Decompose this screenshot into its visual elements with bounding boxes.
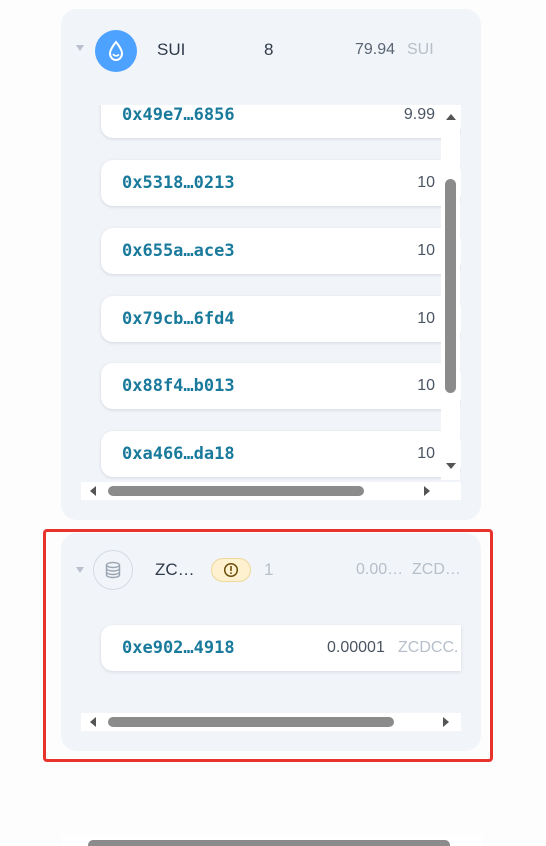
object-id[interactable]: 0x49e7…6856: [122, 105, 235, 125]
object-id[interactable]: 0xa466…da18: [122, 444, 235, 464]
chevron-down-icon[interactable]: [76, 45, 84, 51]
object-value: 10: [417, 242, 435, 259]
sui-droplet-icon: [95, 30, 137, 72]
horizontal-scrollbar[interactable]: [81, 482, 461, 500]
scrollbar-thumb[interactable]: [88, 840, 450, 846]
object-id[interactable]: 0x79cb…6fd4: [122, 309, 235, 329]
list-item[interactable]: 0x79cb…6fd4 10: [101, 296, 461, 342]
scroll-up-icon[interactable]: [446, 114, 456, 120]
object-id[interactable]: 0x88f4…b013: [122, 376, 235, 396]
object-value: 10: [417, 174, 435, 191]
object-value: 10: [417, 377, 435, 394]
list-item[interactable]: 0x655a…ace3 10: [101, 228, 461, 274]
scroll-right-icon[interactable]: [424, 486, 430, 496]
coin-header-sui[interactable]: SUI 8 79.94 SUI: [61, 9, 481, 93]
list-item[interactable]: 0xa466…da18 10: [101, 431, 461, 477]
scroll-down-icon[interactable]: [446, 463, 456, 469]
list-item[interactable]: 0x88f4…b013 10: [101, 363, 461, 409]
horizontal-scrollbar[interactable]: [62, 836, 482, 846]
list-item[interactable]: 0x5318…0213 10: [101, 160, 461, 206]
object-id[interactable]: 0x5318…0213: [122, 173, 235, 193]
list-item[interactable]: 0x49e7…6856 9.99: [101, 105, 461, 138]
object-value: 10: [417, 310, 435, 327]
scrollbar-thumb[interactable]: [445, 179, 456, 393]
scrollbar-thumb[interactable]: [108, 486, 364, 496]
coin-name: SUI: [157, 40, 186, 59]
coin-card-sui: SUI 8 79.94 SUI 0x49e7…6856 9.99 0x5318……: [61, 9, 481, 520]
object-value: 9.99: [403, 106, 435, 123]
object-list: 0x49e7…6856 9.99 0x5318…0213 10 0x655a…a…: [81, 105, 461, 489]
vertical-scrollbar[interactable]: [441, 105, 460, 480]
object-id[interactable]: 0x655a…ace3: [122, 241, 235, 261]
object-count: 8: [264, 40, 274, 59]
object-value: 10: [417, 445, 435, 462]
coin-balance: 79.94: [355, 41, 396, 58]
coin-symbol: SUI: [407, 41, 434, 58]
scroll-left-icon[interactable]: [90, 486, 96, 496]
selection-highlight: [43, 529, 493, 762]
